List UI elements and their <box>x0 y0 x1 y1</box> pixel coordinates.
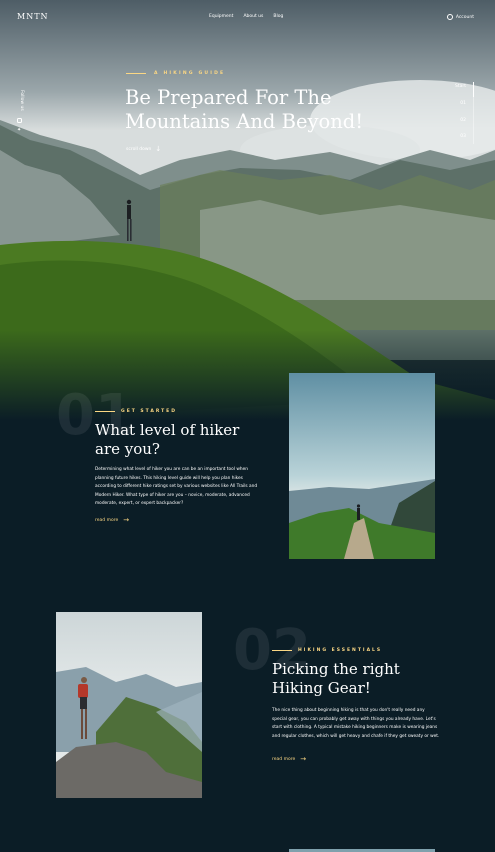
hero-section: MNTN Equipment About us Blog Account Fol… <box>0 0 495 420</box>
eyebrow-line <box>95 411 115 412</box>
side-nav-start[interactable]: Start <box>455 84 466 89</box>
section-body: The nice thing about beginning hiking is… <box>272 708 440 739</box>
hero-eyebrow: A HIKING GUIDE <box>126 71 225 76</box>
section-eyebrow-text: GET STARTED <box>121 409 177 414</box>
arrow-down-icon: ↓ <box>155 145 162 153</box>
progress-bar <box>473 82 474 144</box>
nav-link-equipment[interactable]: Equipment <box>209 14 233 19</box>
follow-us-label: Follow us <box>19 90 24 111</box>
read-more-link[interactable]: read more → <box>95 517 129 524</box>
section-eyebrow: HIKING ESSENTIALS <box>272 648 382 653</box>
read-more-label: read more <box>272 757 296 762</box>
instagram-icon[interactable] <box>17 118 22 123</box>
hero-eyebrow-text: A HIKING GUIDE <box>154 71 226 76</box>
read-more-label: read more <box>95 518 119 523</box>
section-eyebrow: GET STARTED <box>95 409 177 414</box>
side-nav-01[interactable]: 01 <box>460 101 466 106</box>
section-title: Picking the right Hiking Gear! <box>272 660 400 697</box>
nav-links: Equipment About us Blog <box>209 14 283 19</box>
side-nav-02[interactable]: 02 <box>460 118 466 123</box>
top-navigation: MNTN Equipment About us Blog Account <box>0 12 495 24</box>
eyebrow-line <box>272 650 292 651</box>
twitter-icon[interactable]: ✦ <box>17 128 21 133</box>
section-02: 02 HIKING ESSENTIALS Picking the right H… <box>0 610 495 810</box>
eyebrow-line <box>126 73 146 74</box>
logo[interactable]: MNTN <box>17 12 49 21</box>
account-label: Account <box>455 14 474 20</box>
scroll-down-link[interactable]: scroll down ↓ <box>126 146 161 153</box>
section-body: Determining what level of hiker you are … <box>95 467 258 507</box>
arrow-right-icon: → <box>123 516 130 524</box>
progress-bar-indicator <box>473 82 474 97</box>
hero-mountain-image <box>0 0 495 420</box>
section-title: What level of hiker are you? <box>95 421 240 458</box>
nav-link-about-us[interactable]: About us <box>243 14 263 19</box>
account-link[interactable]: Account <box>446 14 474 20</box>
section-01-photo <box>289 373 435 559</box>
arrow-right-icon: → <box>300 755 307 763</box>
hero-title: Be Prepared For The Mountains And Beyond… <box>125 86 364 133</box>
user-icon <box>446 14 453 20</box>
nav-link-blog[interactable]: Blog <box>273 14 283 19</box>
section-eyebrow-text: HIKING ESSENTIALS <box>298 648 383 653</box>
scroll-down-label: scroll down <box>126 147 152 152</box>
side-nav-03[interactable]: 03 <box>460 134 466 139</box>
read-more-link[interactable]: read more → <box>272 756 306 763</box>
